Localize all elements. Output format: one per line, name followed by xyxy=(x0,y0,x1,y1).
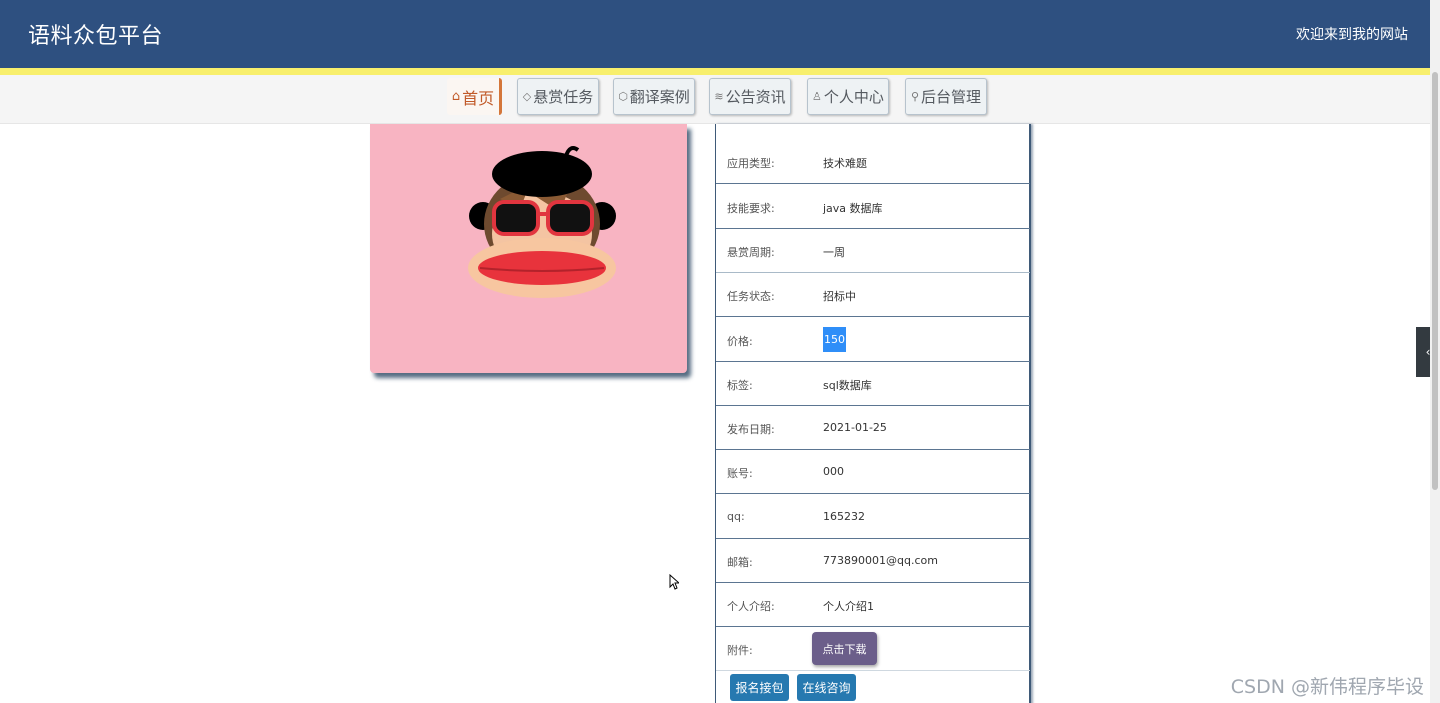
page-scrollbar[interactable] xyxy=(1430,0,1440,703)
detail-label: qq: xyxy=(727,510,745,523)
tag-icon: ◇ xyxy=(522,90,532,103)
detail-row-price: 价格: 150 xyxy=(716,318,1030,362)
header-bar: 语料众包平台 欢迎来到我的网站 xyxy=(0,0,1430,68)
detail-label: 技能要求: xyxy=(727,202,775,215)
detail-value: 一周 xyxy=(823,246,845,259)
nav-label: 悬赏任务 xyxy=(533,88,594,106)
detail-value: java 数据库 xyxy=(823,202,883,215)
home-icon: ⌂ xyxy=(451,89,461,104)
nav-label: 首页 xyxy=(462,88,495,108)
nav-home[interactable]: ⌂ 首页 xyxy=(447,78,502,115)
detail-value: 000 xyxy=(823,465,844,478)
detail-row-period: 悬赏周期: 一周 xyxy=(716,229,1030,273)
detail-value: 165232 xyxy=(823,510,865,523)
detail-row-attachment: 附件: 点击下载 xyxy=(716,627,1030,671)
welcome-text: 欢迎来到我的网站 xyxy=(1296,27,1408,43)
task-image xyxy=(370,124,687,373)
nav-announcements[interactable]: ≋ 公告资讯 xyxy=(709,78,791,115)
link-icon: ⚲ xyxy=(910,90,920,103)
download-button[interactable]: 点击下载 xyxy=(812,632,877,665)
monkey-avatar-illustration xyxy=(468,146,616,298)
detail-row-skills: 技能要求: java 数据库 xyxy=(716,185,1030,229)
detail-value: 招标中 xyxy=(823,290,856,303)
detail-label: 邮箱: xyxy=(727,556,753,569)
detail-label: 任务状态: xyxy=(727,290,775,303)
layers-icon: ≋ xyxy=(714,90,724,103)
detail-row-account: 账号: 000 xyxy=(716,450,1030,494)
detail-row-intro: 个人介绍: 个人介绍1 xyxy=(716,583,1030,627)
detail-label: 悬赏周期: xyxy=(727,246,775,259)
mouse-cursor-icon xyxy=(669,574,679,590)
detail-label: 应用类型: xyxy=(727,157,775,170)
action-bar: 报名接包 在线咨询 xyxy=(716,670,1030,703)
detail-label: 发布日期: xyxy=(727,423,775,436)
signup-task-button[interactable]: 报名接包 xyxy=(730,674,789,701)
detail-label: 附件: xyxy=(727,644,753,657)
detail-row-publish-date: 发布日期: 2021-01-25 xyxy=(716,406,1030,450)
detail-row-status: 任务状态: 招标中 xyxy=(716,273,1030,317)
detail-label: 账号: xyxy=(727,467,753,480)
page: 语料众包平台 欢迎来到我的网站 ⌂ 首页 ◇ 悬赏任务 ⬡ 翻译案例 ≋ 公告资… xyxy=(0,0,1440,703)
detail-row-app-type: 应用类型: 技术难题 xyxy=(716,140,1030,184)
nav-translation-cases[interactable]: ⬡ 翻译案例 xyxy=(613,78,695,115)
detail-value: 个人介绍1 xyxy=(823,600,874,613)
nav-label: 个人中心 xyxy=(823,88,884,106)
csdn-watermark: CSDN @新伟程序毕设 xyxy=(1230,676,1424,698)
nav-label: 公告资讯 xyxy=(725,88,786,106)
detail-row-qq: qq: 165232 xyxy=(716,495,1030,539)
nav-reward-tasks[interactable]: ◇ 悬赏任务 xyxy=(517,78,599,115)
detail-label: 价格: xyxy=(727,335,753,348)
detail-row-tags: 标签: sql数据库 xyxy=(716,362,1030,406)
nav-label: 后台管理 xyxy=(921,88,982,106)
scrollbar-thumb[interactable] xyxy=(1432,72,1438,490)
site-logo[interactable]: 语料众包平台 xyxy=(28,18,163,50)
box-icon: ⬡ xyxy=(618,90,628,103)
detail-label: 个人介绍: xyxy=(727,600,775,613)
nav-label: 翻译案例 xyxy=(629,88,690,106)
detail-value: 2021-01-25 xyxy=(823,421,887,434)
online-consult-button[interactable]: 在线咨询 xyxy=(797,674,856,701)
detail-value: 773890001@qq.com xyxy=(823,554,938,567)
nav-personal-center[interactable]: ♙ 个人中心 xyxy=(807,78,889,115)
detail-row-email: 邮箱: 773890001@qq.com xyxy=(716,539,1030,583)
nav-admin[interactable]: ⚲ 后台管理 xyxy=(905,78,987,115)
detail-value: sql数据库 xyxy=(823,379,872,392)
user-icon: ♙ xyxy=(812,90,822,103)
main-nav: ⌂ 首页 ◇ 悬赏任务 ⬡ 翻译案例 ≋ 公告资讯 ♙ 个人中心 ⚲ 后台管理 xyxy=(0,75,1430,124)
detail-value-selected[interactable]: 150 xyxy=(823,327,846,352)
task-detail-table: 应用类型: 技术难题 技能要求: java 数据库 悬赏周期: 一周 任务状态:… xyxy=(715,124,1031,703)
detail-value: 技术难题 xyxy=(823,157,867,170)
detail-label: 标签: xyxy=(727,379,753,392)
header-accent-strip xyxy=(0,68,1430,75)
